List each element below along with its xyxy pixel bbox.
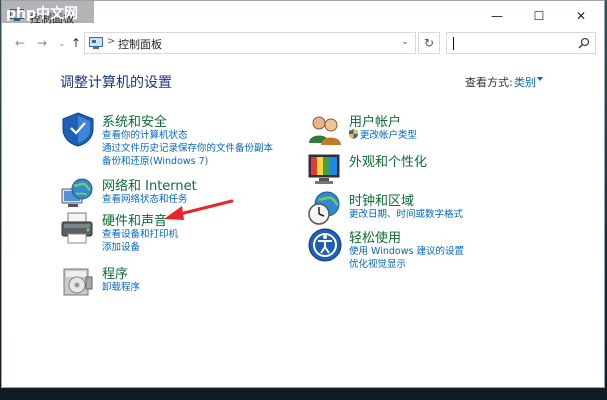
search-icon[interactable] (578, 37, 590, 49)
category-clock-region: 时钟和区域 更改日期、时间或数字格式 (307, 190, 527, 226)
view-by-label: 查看方式: (465, 76, 513, 89)
chevron-down-icon: ⌄ (58, 38, 66, 48)
back-button[interactable]: ← (12, 35, 28, 51)
category-links-ease-of-access: 使用 Windows 建议的设置 优化视觉显示 (349, 245, 464, 271)
main-content: 调整计算机的设置 查看方式: 类别 系统和安全 查看你的计算机状态 通过文件历史… (2, 55, 604, 387)
control-panel-window: 控制面板 php中文网 — ☐ ✕ ← → ⌄ ↑ > 控制面板 ⌄ ↻ 调整计… (1, 0, 605, 388)
printer-icon[interactable] (60, 210, 96, 246)
control-panel-icon (89, 37, 103, 49)
maximize-button[interactable]: ☐ (518, 1, 560, 31)
category-links-user-accounts: 更改帐户类型 (349, 129, 417, 142)
view-by-chevron-icon[interactable] (537, 77, 543, 81)
link-optimize-visual-display[interactable]: 优化视觉显示 (349, 258, 464, 271)
refresh-icon: ↻ (423, 36, 435, 50)
breadcrumb-separator: > (107, 36, 116, 47)
back-arrow-icon: ← (14, 36, 26, 50)
link-change-account-type[interactable]: 更改帐户类型 (349, 129, 417, 142)
page-title: 调整计算机的设置 (60, 75, 172, 91)
minimize-button[interactable]: — (476, 1, 518, 31)
clock-globe-icon[interactable] (307, 190, 343, 226)
uac-shield-icon (349, 129, 358, 139)
link-change-account-type-label: 更改帐户类型 (360, 130, 418, 141)
forward-arrow-icon: → (36, 36, 48, 50)
category-programs: 程序 卸载程序 (60, 263, 280, 299)
security-shield-icon[interactable] (60, 111, 96, 147)
address-dropdown-icon[interactable]: ⌄ (401, 37, 409, 47)
breadcrumb-control-panel[interactable]: 控制面板 (118, 36, 162, 52)
category-title-appearance[interactable]: 外观和个性化 (349, 151, 427, 170)
category-title-ease-of-access[interactable]: 轻松使用 (349, 227, 401, 246)
link-file-history-backup[interactable]: 通过文件历史记录保存你的文件备份副本 (102, 142, 273, 155)
watermark-logo: php中文网 (2, 1, 94, 23)
link-view-computer-status[interactable]: 查看你的计算机状态 (102, 129, 273, 142)
category-links-hardware-sound: 查看设备和打印机 添加设备 (102, 228, 178, 254)
maximize-icon: ☐ (533, 9, 545, 23)
category-title-hardware-sound[interactable]: 硬件和声音 (102, 210, 167, 229)
navigation-toolbar: ← → ⌄ ↑ > 控制面板 ⌄ ↻ (2, 31, 604, 55)
category-user-accounts: 用户帐户 更改帐户类型 (307, 111, 527, 147)
category-links-system-security: 查看你的计算机状态 通过文件历史记录保存你的文件备份副本 备份和还原(Windo… (102, 129, 273, 168)
minimize-icon: — (491, 9, 503, 23)
category-appearance: 外观和个性化 (307, 151, 527, 187)
address-bar[interactable]: > 控制面板 ⌄ (84, 32, 416, 54)
link-change-date-time-format[interactable]: 更改日期、时间或数字格式 (349, 208, 463, 221)
close-icon: ✕ (575, 9, 587, 23)
search-box[interactable] (446, 32, 596, 54)
title-bar[interactable]: 控制面板 php中文网 — ☐ ✕ (2, 1, 604, 31)
link-backup-restore[interactable]: 备份和还原(Windows 7) (102, 155, 273, 168)
category-title-user-accounts[interactable]: 用户帐户 (349, 111, 401, 130)
red-annotation-arrow (164, 199, 234, 220)
category-system-security: 系统和安全 查看你的计算机状态 通过文件历史记录保存你的文件备份副本 备份和还原… (60, 111, 280, 167)
network-globe-icon[interactable] (60, 175, 96, 211)
category-title-programs[interactable]: 程序 (102, 263, 128, 282)
programs-disc-icon[interactable] (60, 263, 96, 299)
ease-of-access-icon[interactable] (307, 227, 343, 263)
category-title-system-security[interactable]: 系统和安全 (102, 111, 167, 130)
category-ease-of-access: 轻松使用 使用 Windows 建议的设置 优化视觉显示 (307, 227, 527, 271)
refresh-button[interactable]: ↻ (418, 32, 440, 54)
category-title-clock-region[interactable]: 时钟和区域 (349, 190, 414, 209)
text-cursor (453, 37, 454, 50)
close-button[interactable]: ✕ (560, 1, 602, 31)
link-add-device[interactable]: 添加设备 (102, 241, 178, 254)
appearance-monitor-icon[interactable] (307, 151, 343, 187)
forward-button[interactable]: → (34, 35, 50, 51)
up-arrow-icon: ↑ (70, 36, 82, 50)
link-windows-recommended-settings[interactable]: 使用 Windows 建议的设置 (349, 245, 464, 258)
link-uninstall-program[interactable]: 卸载程序 (102, 281, 140, 294)
category-links-programs: 卸载程序 (102, 281, 140, 294)
user-accounts-icon[interactable] (307, 111, 343, 147)
up-button[interactable]: ↑ (68, 35, 84, 51)
link-devices-printers[interactable]: 查看设备和打印机 (102, 228, 178, 241)
view-by-dropdown[interactable]: 类别 (514, 74, 536, 90)
category-title-network-internet[interactable]: 网络和 Internet (102, 175, 197, 194)
category-links-clock-region: 更改日期、时间或数字格式 (349, 208, 463, 221)
search-input[interactable] (457, 35, 567, 51)
